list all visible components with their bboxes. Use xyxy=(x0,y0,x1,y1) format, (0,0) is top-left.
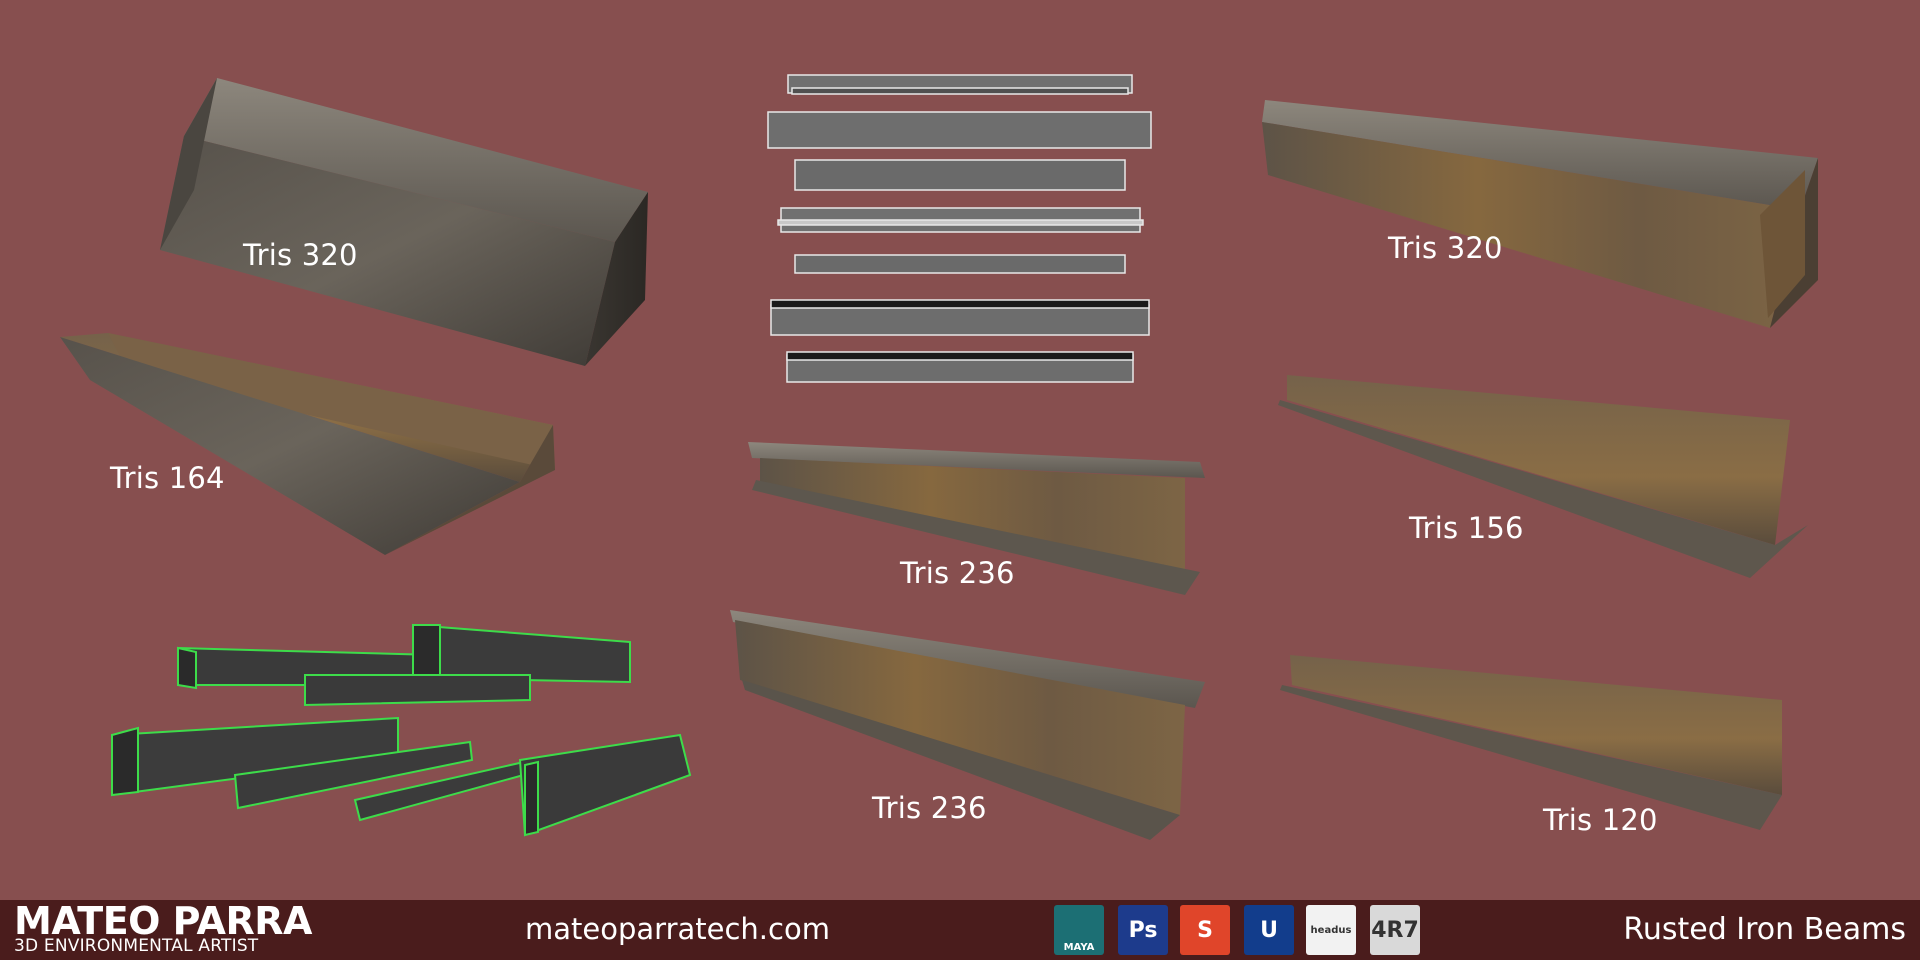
maya-icon: MAYA xyxy=(1054,905,1104,955)
tris-label-ibeam-mid-bottom: Tris 236 xyxy=(872,791,987,825)
uvlayout-label: headus xyxy=(1310,924,1352,936)
tris-label-angle-right-bottom: Tris 120 xyxy=(1543,803,1658,837)
square-tube-right xyxy=(1262,100,1818,328)
square-tube-left xyxy=(160,78,648,366)
tris-label-angle-right-top: Tris 156 xyxy=(1409,511,1524,545)
unreal-icon: U xyxy=(1244,905,1294,955)
maya-label: MAYA xyxy=(1063,942,1095,953)
substance-icon: S xyxy=(1180,905,1230,955)
channel-beam-left xyxy=(60,333,555,555)
angle-beam-right-top xyxy=(1278,375,1808,578)
photoshop-label: Ps xyxy=(1128,917,1158,943)
substance-label: S xyxy=(1197,917,1213,943)
tris-label-ibeam-mid-top: Tris 236 xyxy=(900,556,1015,590)
tris-label-square-left: Tris 320 xyxy=(243,238,358,272)
zbrush-icon: 4R7 xyxy=(1370,905,1420,955)
brand-name: MATEO PARRA xyxy=(14,899,312,943)
tris-label-channel-left: Tris 164 xyxy=(110,461,225,495)
angle-beam-right-bottom xyxy=(1280,655,1782,830)
uvlayout-icon: headus xyxy=(1306,905,1356,955)
photoshop-icon: Ps xyxy=(1118,905,1168,955)
zbrush-label: 4R7 xyxy=(1371,917,1419,943)
beam-showcase xyxy=(60,74,1818,840)
tris-label-square-right: Tris 320 xyxy=(1388,231,1503,265)
wireframe-stack xyxy=(767,74,1152,383)
brand-role: 3D ENVIRONMENTAL ARTIST xyxy=(14,936,259,956)
unreal-label: U xyxy=(1260,917,1278,943)
footer-bar: MATEO PARRA 3D ENVIRONMENTAL ARTIST mate… xyxy=(0,900,1920,960)
wireframe-group-green xyxy=(111,623,692,837)
project-title: Rusted Iron Beams xyxy=(1623,912,1906,947)
website-link[interactable]: mateoparratech.com xyxy=(525,912,830,946)
